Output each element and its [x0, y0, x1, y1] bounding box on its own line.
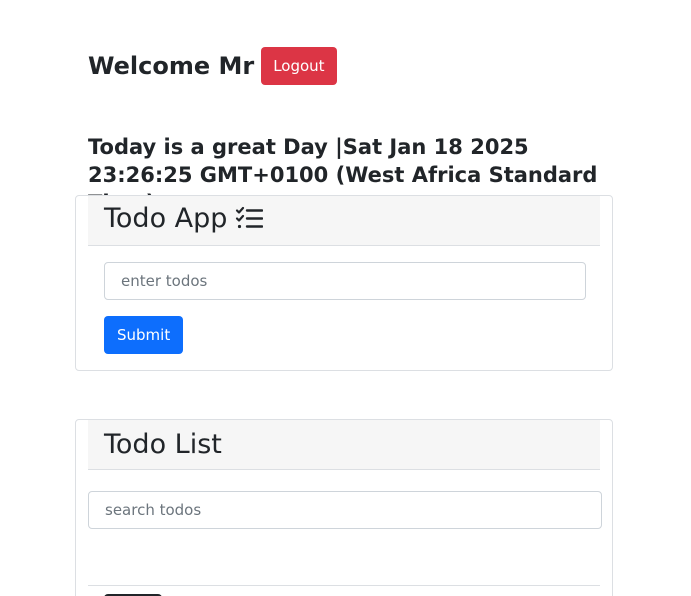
list-check-icon	[235, 205, 264, 239]
search-todos-input[interactable]	[88, 491, 602, 529]
page: Welcome Mr Logout Today is a great Day |…	[0, 0, 691, 596]
todo-list-card-header: Todo List	[88, 420, 600, 470]
welcome-heading: Welcome Mr	[88, 52, 255, 80]
list-divider	[88, 585, 600, 586]
todo-list-title: Todo List	[104, 428, 222, 460]
logout-button[interactable]: Logout	[261, 47, 337, 85]
todo-list-card: Todo List	[75, 419, 613, 596]
submit-button[interactable]: Submit	[104, 316, 184, 354]
todo-app-title-text: Todo App	[104, 203, 228, 234]
todo-app-title: Todo App	[104, 202, 264, 239]
welcome-row: Welcome Mr Logout	[88, 47, 337, 85]
todo-app-card: Todo App Submit	[75, 195, 613, 371]
todo-input[interactable]	[104, 262, 586, 300]
todo-app-card-header: Todo App	[88, 196, 600, 246]
